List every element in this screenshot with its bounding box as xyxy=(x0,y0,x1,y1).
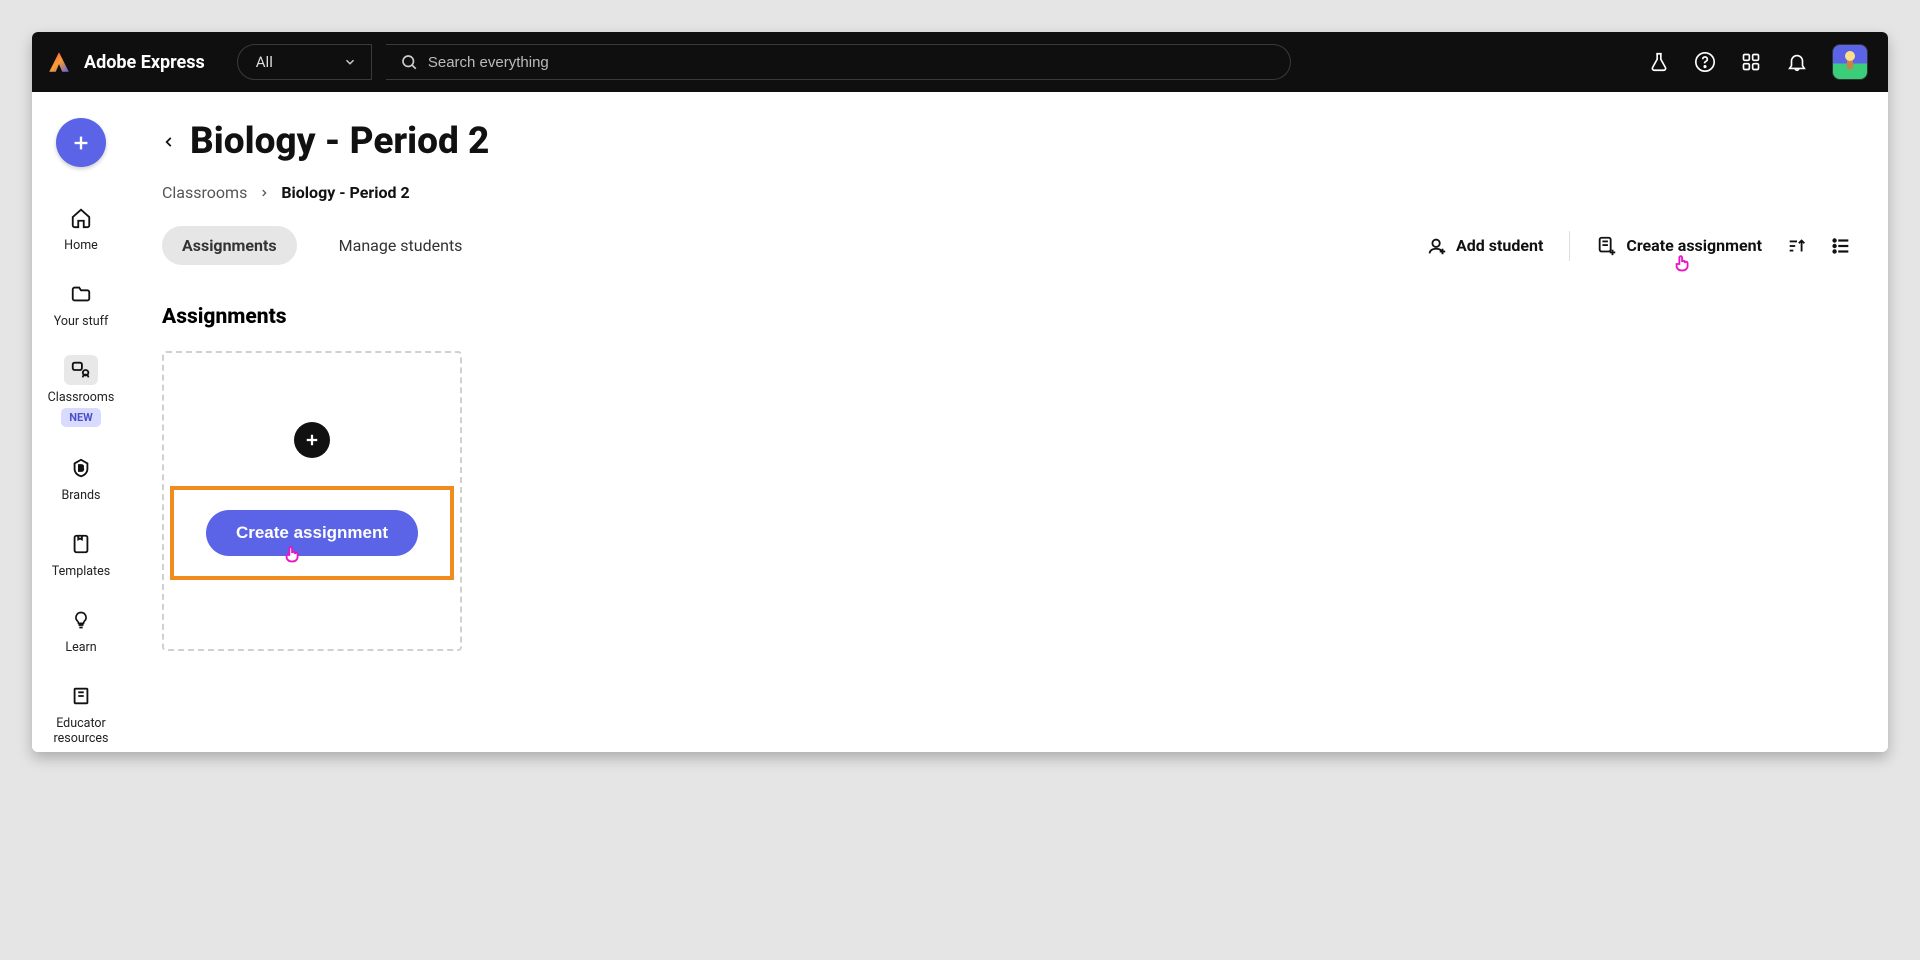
content: Home Your stuff Classrooms NEW B Bran xyxy=(32,92,1888,752)
tab-manage-students[interactable]: Manage students xyxy=(319,226,483,265)
sidebar-item-label: Home xyxy=(64,238,98,253)
round-plus-icon xyxy=(294,422,330,458)
templates-icon xyxy=(64,529,98,559)
bell-icon[interactable] xyxy=(1786,51,1808,73)
search-icon xyxy=(400,53,418,71)
svg-text:B: B xyxy=(78,464,83,474)
sidebar-item-learn[interactable]: Learn xyxy=(36,599,126,661)
chevron-down-icon xyxy=(343,55,357,69)
breadcrumb: Classrooms Biology - Period 2 xyxy=(162,183,1856,202)
beaker-icon[interactable] xyxy=(1648,51,1670,73)
action-label: Add student xyxy=(1456,236,1543,255)
breadcrumb-current: Biology - Period 2 xyxy=(281,183,409,202)
sort-button[interactable] xyxy=(1782,231,1812,261)
plus-icon xyxy=(70,132,92,154)
create-assignment-icon xyxy=(1596,235,1618,257)
page-title: Biology - Period 2 xyxy=(190,120,489,163)
add-student-button[interactable]: Add student xyxy=(1420,229,1549,263)
filter-label: All xyxy=(256,53,273,71)
sidebar-item-templates[interactable]: Templates xyxy=(36,523,126,585)
sidebar-item-label: Learn xyxy=(65,640,96,655)
sidebar-item-brands[interactable]: B Brands xyxy=(36,447,126,509)
sidebar-item-label: Educator resources xyxy=(40,716,122,746)
sidebar-item-your-stuff[interactable]: Your stuff xyxy=(36,273,126,335)
new-assignment-card[interactable]: Create assignment xyxy=(162,351,462,651)
brand[interactable]: Adobe Express xyxy=(46,49,205,75)
folder-icon xyxy=(64,279,98,309)
tabs-row: Assignments Manage students Add student xyxy=(162,226,1856,265)
topbar-right xyxy=(1648,44,1868,80)
search-input[interactable] xyxy=(428,54,1276,71)
create-assignment-button[interactable]: Create assignment xyxy=(1590,229,1768,263)
card-area: Create assignment xyxy=(162,351,1856,651)
list-view-button[interactable] xyxy=(1826,231,1856,261)
sidebar-item-label: Your stuff xyxy=(54,314,109,329)
sidebar-item-label: Brands xyxy=(62,488,101,503)
avatar[interactable] xyxy=(1832,44,1868,80)
tab-assignments[interactable]: Assignments xyxy=(162,226,297,265)
action-label: Create assignment xyxy=(1626,236,1762,255)
new-badge: NEW xyxy=(61,408,101,427)
assignments-section-title: Assignments xyxy=(162,305,1856,329)
page-title-row: Biology - Period 2 xyxy=(162,120,1856,163)
topbar: Adobe Express All xyxy=(32,32,1888,92)
chevron-right-icon xyxy=(259,186,269,200)
sidebar-item-classrooms[interactable]: Classrooms NEW xyxy=(36,349,126,433)
help-icon[interactable] xyxy=(1694,51,1716,73)
app-window: Adobe Express All xyxy=(32,32,1888,752)
sidebar-item-educator-resources[interactable]: Educator resources xyxy=(36,675,126,752)
search-filter-dropdown[interactable]: All xyxy=(237,44,372,80)
create-assignment-card-button[interactable]: Create assignment xyxy=(206,510,418,556)
sidebar-item-label: Classrooms xyxy=(48,390,115,405)
divider xyxy=(1569,231,1570,261)
highlight-box: Create assignment xyxy=(170,486,454,580)
tabs-actions: Add student Create assignment xyxy=(1420,229,1856,263)
lightbulb-icon xyxy=(64,605,98,635)
classrooms-icon xyxy=(64,355,98,385)
apps-grid-icon[interactable] xyxy=(1740,51,1762,73)
back-chevron-icon[interactable] xyxy=(162,131,176,153)
home-icon xyxy=(64,203,98,233)
sort-icon xyxy=(1786,235,1808,257)
sidebar-item-home[interactable]: Home xyxy=(36,197,126,259)
add-button[interactable] xyxy=(56,118,106,167)
sidebar: Home Your stuff Classrooms NEW B Bran xyxy=(32,92,130,752)
list-icon xyxy=(1830,235,1852,257)
sidebar-item-label: Templates xyxy=(52,564,110,579)
breadcrumb-root[interactable]: Classrooms xyxy=(162,183,247,202)
brand-label: Adobe Express xyxy=(84,52,205,73)
adobe-express-logo-icon xyxy=(46,49,72,75)
brands-icon: B xyxy=(64,453,98,483)
main: Biology - Period 2 Classrooms Biology - … xyxy=(130,92,1888,752)
search-bar[interactable] xyxy=(386,44,1291,80)
book-icon xyxy=(64,681,98,711)
add-student-icon xyxy=(1426,235,1448,257)
